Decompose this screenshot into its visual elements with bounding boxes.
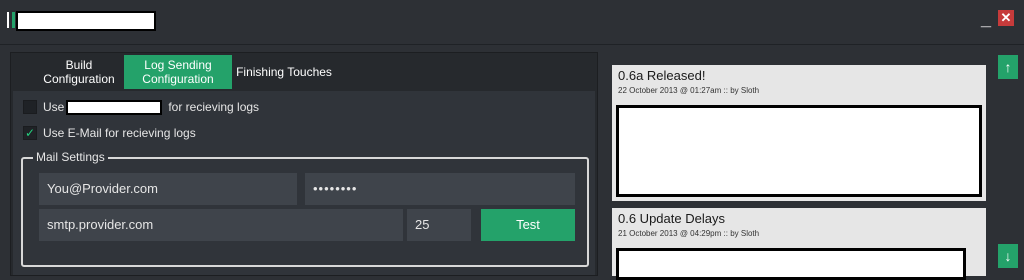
test-button[interactable]: Test [481, 209, 575, 241]
tab-build-label: Build Configuration [43, 58, 115, 86]
news-item-body [616, 105, 982, 197]
tab-log-label: Log Sending Configuration [142, 58, 214, 86]
log-option-1-prefix: Use [43, 100, 65, 114]
news-item-title: 0.6 Update Delays [618, 211, 725, 226]
news-item-title: 0.6a Released! [618, 68, 706, 83]
tab-finish-label: Finishing Touches [236, 65, 332, 79]
close-button[interactable]: ✕ [998, 10, 1014, 26]
title-bar-grip [7, 12, 9, 28]
email-field[interactable]: You@Provider.com [39, 173, 297, 205]
redacted-app-title [16, 11, 156, 31]
log-option-row-2: ✓ Use E-Mail for recieving logs [23, 125, 196, 141]
mail-settings-group: Mail Settings You@Provider.com •••••••• … [21, 150, 589, 267]
tab-build-configuration[interactable]: Build Configuration [23, 55, 135, 89]
tab-finishing-touches[interactable]: Finishing Touches [234, 55, 334, 89]
smtp-server-field[interactable]: smtp.provider.com [39, 209, 403, 241]
scroll-down-button[interactable]: ↓ [998, 244, 1018, 268]
title-bar: _ ✕ [0, 0, 1024, 45]
email-option-label: Use E-Mail for recieving logs [43, 126, 196, 140]
minimize-button[interactable]: _ [978, 10, 994, 28]
email-option-checkbox[interactable]: ✓ [23, 126, 37, 140]
password-field[interactable]: •••••••• [305, 173, 575, 205]
scroll-up-button[interactable]: ↑ [998, 55, 1018, 79]
smtp-port-field[interactable]: 25 [407, 209, 471, 241]
redacted-service-name [66, 99, 163, 115]
news-panel: 0.6a Released! 22 October 2013 @ 01:27am… [604, 50, 1024, 280]
check-icon: ✓ [24, 126, 36, 140]
news-item: 0.6a Released! 22 October 2013 @ 01:27am… [612, 65, 986, 201]
news-item-meta: 21 October 2013 @ 04:29pm :: by Sloth [618, 229, 760, 238]
log-option-row-1: Use for recieving logs [23, 99, 259, 115]
tab-log-sending-configuration[interactable]: Log Sending Configuration [124, 55, 232, 89]
app-accent-mark [12, 12, 15, 28]
news-item: 0.6 Update Delays 21 October 2013 @ 04:2… [612, 208, 986, 280]
configuration-panel: Build Configuration Log Sending Configur… [10, 52, 598, 276]
news-item-meta: 22 October 2013 @ 01:27am :: by Sloth [618, 86, 760, 95]
log-option-1-suffix: for recieving logs [168, 100, 260, 114]
mail-settings-legend: Mail Settings [33, 150, 108, 164]
news-item-body [616, 248, 966, 280]
log-sending-tab-content: Use for recieving logs ✓ Use E-Mail for … [13, 91, 595, 275]
log-option-checkbox-1[interactable] [23, 100, 37, 114]
